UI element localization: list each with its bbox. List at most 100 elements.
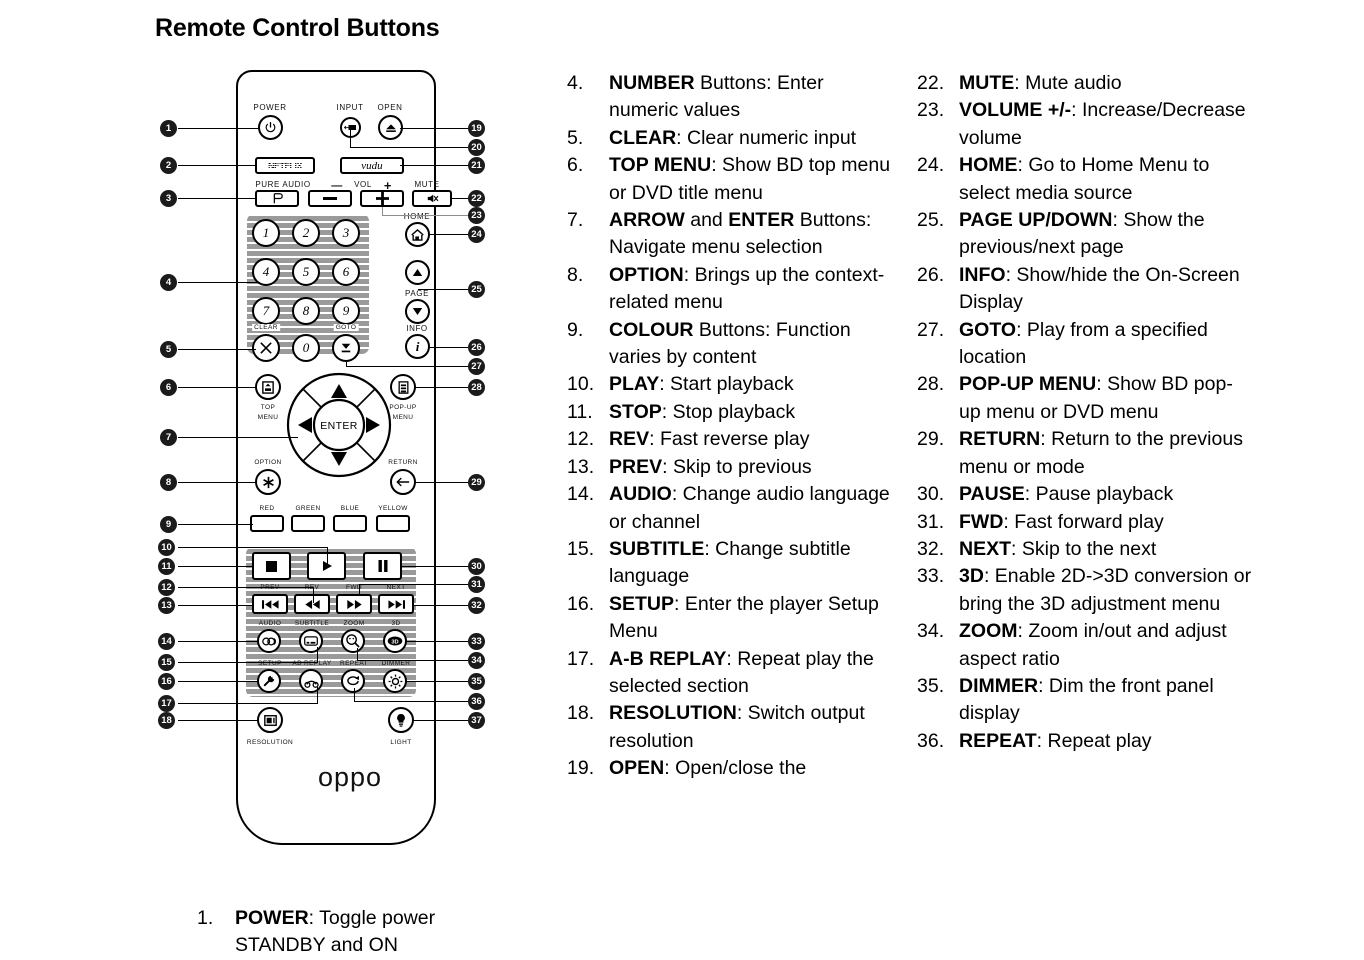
number-2-button[interactable]: 2	[292, 219, 320, 247]
callout-26[interactable]: 26	[468, 339, 485, 356]
list-item-keyword: MUTE	[959, 72, 1015, 94]
callout-7[interactable]: 7	[160, 429, 177, 446]
list-item-number: 9.	[567, 318, 584, 341]
callout-34[interactable]: 34	[468, 652, 485, 669]
return-button[interactable]	[390, 469, 416, 495]
number-7-button[interactable]: 7	[252, 297, 280, 325]
callout-22[interactable]: 22	[468, 190, 485, 207]
navigation-ring[interactable]: ENTER	[286, 372, 392, 478]
leader-8	[178, 482, 256, 483]
stop-button[interactable]	[252, 552, 291, 580]
info-button[interactable]: i	[405, 334, 430, 359]
lightbulb-icon	[397, 714, 405, 727]
popup-menu-button[interactable]	[390, 374, 416, 400]
ab-replay-button[interactable]	[299, 669, 323, 693]
rev-button[interactable]	[294, 594, 330, 614]
callout-4[interactable]: 4	[160, 274, 177, 291]
callout-15[interactable]: 15	[158, 654, 175, 671]
callout-33[interactable]: 33	[468, 633, 485, 650]
callout-32[interactable]: 32	[468, 597, 485, 614]
page-down-button[interactable]	[405, 299, 430, 324]
callout-9[interactable]: 9	[160, 516, 177, 533]
return-label: RETURN	[388, 459, 418, 466]
leader-2	[178, 165, 256, 166]
list-item: 10. PLAY: Start playback	[567, 371, 897, 398]
callout-11[interactable]: 11	[158, 558, 175, 575]
callout-3[interactable]: 3	[160, 190, 177, 207]
zoom-button[interactable]	[341, 629, 365, 653]
callout-18[interactable]: 18	[158, 712, 175, 729]
callout-35[interactable]: 35	[468, 673, 485, 690]
callout-27[interactable]: 27	[468, 358, 485, 375]
prev-button[interactable]	[252, 594, 288, 614]
repeat-button[interactable]	[341, 669, 365, 693]
blue-colour-button[interactable]	[333, 515, 367, 532]
callout-19[interactable]: 19	[468, 120, 485, 137]
callout-20[interactable]: 20	[468, 139, 485, 156]
callout-5[interactable]: 5	[160, 341, 177, 358]
home-button[interactable]	[405, 222, 430, 247]
green-colour-button[interactable]	[291, 515, 325, 532]
callout-8[interactable]: 8	[160, 474, 177, 491]
pause-button[interactable]	[363, 552, 402, 580]
callout-29[interactable]: 29	[468, 474, 485, 491]
list-item-text: GOTO: Play from a specified location	[959, 318, 1208, 369]
leader-22	[450, 198, 468, 199]
next-button[interactable]	[378, 594, 414, 614]
number-0-button[interactable]: 0	[292, 334, 320, 362]
callout-37[interactable]: 37	[468, 712, 485, 729]
netflix-button[interactable]: NETFLIX	[255, 157, 315, 174]
number-9-button[interactable]: 9	[332, 297, 360, 325]
callout-21[interactable]: 21	[468, 157, 485, 174]
volume-up-button[interactable]	[360, 190, 404, 207]
clear-button[interactable]	[252, 334, 280, 362]
callout-30[interactable]: 30	[468, 558, 485, 575]
callout-23[interactable]: 23	[468, 207, 485, 224]
callout-28[interactable]: 28	[468, 379, 485, 396]
callout-6[interactable]: 6	[160, 379, 177, 396]
yellow-colour-button[interactable]	[376, 515, 410, 532]
callout-2[interactable]: 2	[160, 157, 177, 174]
list-item: 13. PREV: Skip to previous	[567, 454, 897, 481]
top-menu-button[interactable]	[255, 374, 281, 400]
callout-36[interactable]: 36	[468, 693, 485, 710]
3d-button[interactable]: 3D	[383, 629, 407, 653]
callout-13[interactable]: 13	[158, 597, 175, 614]
leader-32	[412, 605, 468, 606]
callout-24[interactable]: 24	[468, 226, 485, 243]
callout-31[interactable]: 31	[468, 576, 485, 593]
red-colour-button[interactable]	[250, 515, 284, 532]
power-button[interactable]	[258, 115, 283, 140]
callout-10[interactable]: 10	[158, 539, 175, 556]
vudu-button[interactable]: vudu	[340, 157, 404, 174]
volume-down-button[interactable]	[308, 190, 352, 207]
callout-12[interactable]: 12	[158, 579, 175, 596]
light-button[interactable]	[388, 707, 414, 733]
callout-25[interactable]: 25	[468, 281, 485, 298]
pure-audio-button[interactable]	[255, 190, 299, 207]
number-8-button[interactable]: 8	[292, 297, 320, 325]
fwd-button[interactable]	[336, 594, 372, 614]
goto-button[interactable]	[332, 334, 360, 362]
dimmer-button[interactable]	[383, 669, 407, 693]
callout-1[interactable]: 1	[160, 120, 177, 137]
audio-button[interactable]	[257, 629, 281, 653]
number-1-button[interactable]: 1	[252, 219, 280, 247]
option-button[interactable]	[255, 469, 281, 495]
list-item-keyword: SETUP	[609, 592, 675, 615]
resolution-button[interactable]	[257, 707, 283, 733]
leader-35	[405, 681, 468, 682]
info-label: INFO	[406, 324, 428, 333]
callout-16[interactable]: 16	[158, 673, 175, 690]
number-5-button[interactable]: 5	[292, 258, 320, 286]
list-item-keyword: PAUSE	[959, 483, 1025, 506]
number-3-button[interactable]: 3	[332, 219, 360, 247]
number-6-button[interactable]: 6	[332, 258, 360, 286]
callout-17[interactable]: 17	[158, 695, 175, 712]
subtitle-button[interactable]	[299, 629, 323, 653]
callout-14[interactable]: 14	[158, 633, 175, 650]
list-item-keyword: HOME	[959, 154, 1018, 177]
setup-button[interactable]	[257, 669, 281, 693]
mute-button[interactable]	[412, 190, 452, 207]
page-up-button[interactable]	[405, 260, 430, 285]
